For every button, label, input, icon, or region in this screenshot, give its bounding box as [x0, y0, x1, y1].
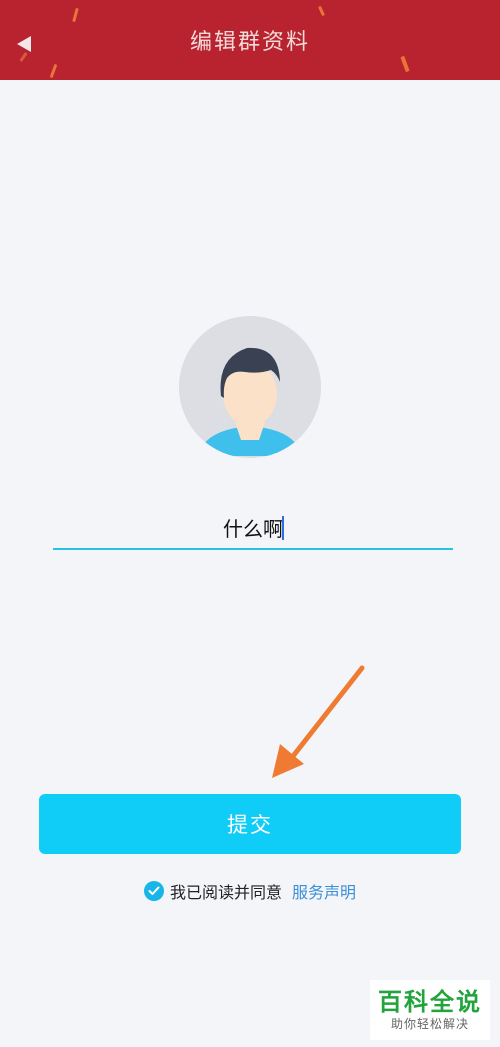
default-avatar-icon	[179, 316, 321, 458]
watermark-logo: 百科全说 助你轻松解决	[370, 980, 490, 1040]
page-title: 编辑群资料	[189, 30, 310, 55]
check-icon	[148, 886, 160, 895]
agreement-text: 我已阅读并同意	[169, 883, 282, 902]
service-statement-link[interactable]: 服务声明	[292, 879, 356, 903]
agreement-checkbox[interactable]	[143, 881, 164, 901]
group-name-input[interactable]	[53, 506, 453, 550]
pointer-arrow-annotation	[272, 665, 365, 778]
submit-button[interactable]: 提交	[39, 794, 461, 854]
watermark-main: 百科全说	[378, 988, 482, 1016]
app-header: 编辑群资料	[0, 0, 500, 80]
group-avatar[interactable]	[179, 316, 321, 458]
agreement-row: 我已阅读并同意 服务声明	[0, 878, 500, 904]
text-cursor	[282, 516, 284, 540]
watermark-sub: 助你轻松解决	[390, 1017, 469, 1031]
